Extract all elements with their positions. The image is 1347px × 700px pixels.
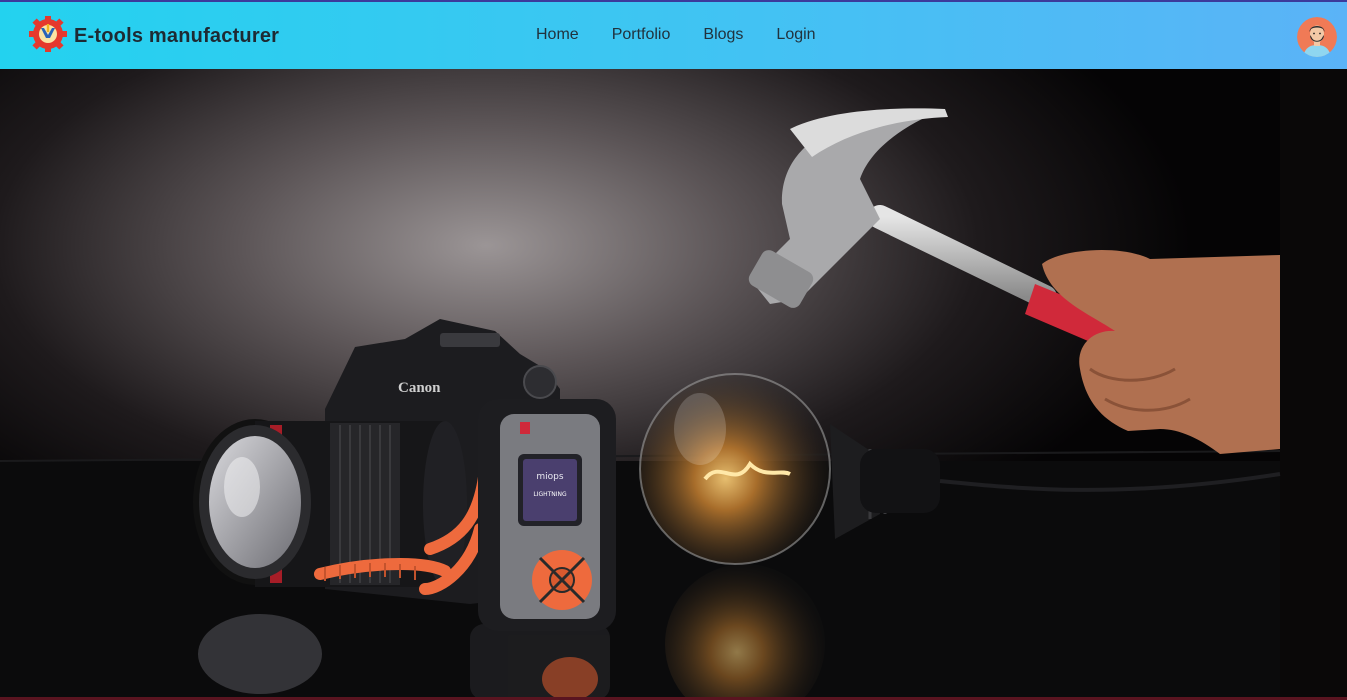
- main-nav: Home Portfolio Blogs Login: [536, 26, 816, 44]
- svg-text:LIGHTNING: LIGHTNING: [533, 491, 567, 498]
- nav-home-link[interactable]: Home: [536, 26, 579, 44]
- camera-hammer-lightbulb-photo: Canon miops LIGHTNING: [0, 69, 1347, 700]
- nav-portfolio-link[interactable]: Portfolio: [612, 26, 671, 44]
- nav-login-link[interactable]: Login: [776, 26, 815, 44]
- brand-title: E-tools manufacturer: [74, 24, 280, 47]
- gear-tools-logo-icon: [28, 14, 68, 57]
- svg-text:miops: miops: [536, 472, 563, 482]
- user-avatar-icon[interactable]: [1297, 17, 1337, 57]
- svg-text:Canon: Canon: [398, 380, 441, 396]
- brand-link[interactable]: E-tools manufacturer: [28, 14, 280, 57]
- nav-blogs-link[interactable]: Blogs: [703, 26, 743, 44]
- hero-banner: Canon miops LIGHTNING: [0, 69, 1347, 700]
- top-navbar: E-tools manufacturer Home Portfolio Blog…: [0, 0, 1347, 69]
